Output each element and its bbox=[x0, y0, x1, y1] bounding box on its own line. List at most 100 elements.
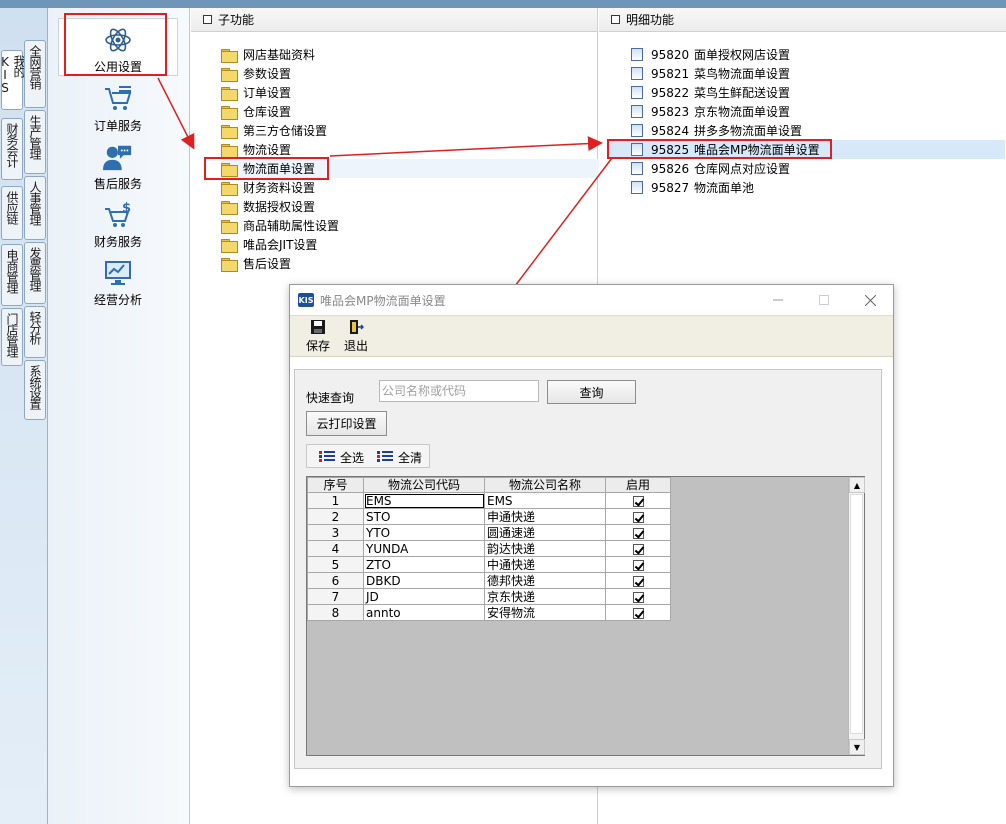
collapse-square-icon bbox=[611, 15, 620, 24]
sidebar-item-finance-service[interactable]: $ 财务服务 bbox=[58, 192, 178, 250]
folder-icon bbox=[221, 48, 238, 63]
table-row[interactable]: 3 YTO 圆通速递 bbox=[307, 524, 671, 541]
company-name-cell[interactable]: 韵达快递 bbox=[484, 540, 606, 557]
column-header[interactable]: 物流公司代码 bbox=[363, 477, 485, 493]
sidebar-item-label: 经营分析 bbox=[93, 293, 142, 307]
company-name-cell[interactable]: 圆通速递 bbox=[484, 524, 606, 541]
vtab-light-analysis[interactable]: 轻分析 bbox=[24, 306, 46, 358]
tree-item-vip-jit[interactable]: 唯品会JIT设置 bbox=[221, 235, 317, 254]
enabled-checkbox[interactable] bbox=[632, 575, 644, 587]
detail-item-95826[interactable]: 95826 仓库网点对应设置 bbox=[631, 159, 790, 178]
vip-mp-waybill-dialog: KIS 唯品会MP物流面单设置 保存 退出 快速查询 公司名称或代码 查询 云打… bbox=[289, 284, 894, 787]
vtab-ecommerce[interactable]: 电商管理 bbox=[1, 244, 23, 306]
tree-item-store-basics[interactable]: 网店基础资料 bbox=[221, 45, 315, 64]
company-name-cell[interactable]: 德邦快递 bbox=[484, 572, 606, 589]
clear-all-button[interactable]: 全清 bbox=[377, 448, 422, 466]
tree-item-data-auth[interactable]: 数据授权设置 bbox=[221, 197, 315, 216]
detail-item-95824[interactable]: 95824 拼多多物流面单设置 bbox=[631, 121, 802, 140]
minimize-button[interactable] bbox=[755, 285, 801, 315]
panel-title: 子功能 bbox=[218, 13, 255, 27]
document-icon bbox=[631, 181, 643, 194]
company-name-cell[interactable]: 京东快递 bbox=[484, 588, 606, 605]
select-all-button[interactable]: 全选 bbox=[319, 448, 364, 466]
detail-item-95825[interactable]: 95825 唯品会MP物流面单设置 bbox=[609, 140, 1005, 159]
table-row[interactable]: 1 EMS EMS bbox=[307, 492, 671, 509]
chart-monitor-icon bbox=[103, 259, 133, 287]
enabled-checkbox[interactable] bbox=[632, 559, 644, 571]
column-header[interactable]: 启用 bbox=[605, 477, 671, 493]
table-row[interactable]: 5 ZTO 中通快递 bbox=[307, 556, 671, 573]
vtab-store[interactable]: 门店管理 bbox=[1, 308, 23, 366]
sidebar-item-common-settings[interactable]: 公用设置 bbox=[58, 18, 178, 76]
table-row[interactable]: 7 JD 京东快递 bbox=[307, 588, 671, 605]
enabled-checkbox[interactable] bbox=[632, 511, 644, 523]
tree-item-warehouse[interactable]: 仓库设置 bbox=[221, 102, 291, 121]
company-name-cell[interactable]: 申通快递 bbox=[484, 508, 606, 525]
scroll-up-arrow-icon[interactable]: ▲ bbox=[849, 477, 865, 493]
cart-dollar-icon: $ bbox=[103, 201, 133, 229]
enabled-cell bbox=[605, 492, 671, 509]
vtab-invoice[interactable]: 发票管理 bbox=[24, 242, 46, 304]
logistics-grid: 序号 物流公司代码 物流公司名称 启用 1 EMS EMS 2 STO 申通快递… bbox=[306, 476, 865, 756]
scroll-thumb[interactable] bbox=[850, 494, 863, 734]
enabled-checkbox[interactable] bbox=[632, 495, 644, 507]
company-name-cell[interactable]: 安得物流 bbox=[484, 604, 606, 621]
tree-item-finance-data[interactable]: 财务资料设置 bbox=[221, 178, 315, 197]
tree-item-third-party-storage[interactable]: 第三方仓储设置 bbox=[221, 121, 327, 140]
table-row[interactable]: 2 STO 申通快递 bbox=[307, 508, 671, 525]
vtab-hr[interactable]: 人事管理 bbox=[24, 176, 46, 240]
company-code-cell[interactable]: YTO bbox=[363, 524, 485, 541]
close-button[interactable] bbox=[847, 285, 893, 315]
column-header[interactable]: 序号 bbox=[307, 477, 364, 493]
company-code-cell[interactable]: DBKD bbox=[363, 572, 485, 589]
vtab-production[interactable]: 生产管理 bbox=[24, 110, 46, 174]
tree-item-waybill-settings[interactable]: 物流面单设置 bbox=[221, 159, 611, 178]
maximize-button[interactable] bbox=[801, 285, 847, 315]
exit-button[interactable]: 退出 bbox=[336, 319, 376, 355]
query-button[interactable]: 查询 bbox=[547, 380, 636, 404]
table-row[interactable]: 4 YUNDA 韵达快递 bbox=[307, 540, 671, 557]
company-code-cell[interactable]: STO bbox=[363, 508, 485, 525]
enabled-checkbox[interactable] bbox=[632, 543, 644, 555]
vtab-finance[interactable]: 财务会计 bbox=[1, 118, 23, 180]
support-person-icon bbox=[103, 143, 133, 171]
tree-item-product-attr[interactable]: 商品辅助属性设置 bbox=[221, 216, 339, 235]
company-code-cell[interactable]: EMS bbox=[363, 492, 485, 509]
table-row[interactable]: 6 DBKD 德邦快递 bbox=[307, 572, 671, 589]
tree-item-params[interactable]: 参数设置 bbox=[221, 64, 291, 83]
save-button[interactable]: 保存 bbox=[298, 319, 338, 355]
detail-function-header: 明细功能 bbox=[599, 8, 1006, 32]
company-name-cell[interactable]: EMS bbox=[484, 492, 606, 509]
company-code-cell[interactable]: annto bbox=[363, 604, 485, 621]
enabled-checkbox[interactable] bbox=[632, 591, 644, 603]
detail-item-95820[interactable]: 95820 面单授权网店设置 bbox=[631, 45, 790, 64]
cloud-print-settings-button[interactable]: 云打印设置 bbox=[306, 411, 387, 436]
detail-item-95827[interactable]: 95827 物流面单池 bbox=[631, 178, 754, 197]
sidebar-item-order-service[interactable]: 订单服务 bbox=[58, 76, 178, 134]
tree-item-order-settings[interactable]: 订单设置 bbox=[221, 83, 291, 102]
sidebar-item-after-sales[interactable]: 售后服务 bbox=[58, 134, 178, 192]
enabled-checkbox[interactable] bbox=[632, 607, 644, 619]
company-name-cell[interactable]: 中通快递 bbox=[484, 556, 606, 573]
company-code-cell[interactable]: JD bbox=[363, 588, 485, 605]
detail-item-95822[interactable]: 95822 菜鸟生鲜配送设置 bbox=[631, 83, 790, 102]
sidebar-item-business-analysis[interactable]: 经营分析 bbox=[58, 250, 178, 308]
grid-vertical-scrollbar[interactable]: ▲ ▼ bbox=[848, 477, 865, 755]
column-header[interactable]: 物流公司名称 bbox=[484, 477, 606, 493]
vtab-system-settings[interactable]: 系统设置 bbox=[24, 360, 46, 420]
vtab-omni-marketing[interactable]: 全网营销 bbox=[24, 40, 46, 108]
vtab-my-kis[interactable]: 我的KIS bbox=[0, 50, 26, 110]
search-input[interactable] bbox=[379, 380, 539, 402]
document-icon bbox=[631, 48, 643, 61]
company-code-cell[interactable]: ZTO bbox=[363, 556, 485, 573]
vtab-supply-chain[interactable]: 供应链 bbox=[1, 186, 23, 240]
company-code-cell[interactable]: YUNDA bbox=[363, 540, 485, 557]
detail-item-95823[interactable]: 95823 京东物流面单设置 bbox=[631, 102, 790, 121]
scroll-down-arrow-icon[interactable]: ▼ bbox=[849, 739, 865, 755]
detail-item-95821[interactable]: 95821 菜鸟物流面单设置 bbox=[631, 64, 790, 83]
enabled-checkbox[interactable] bbox=[632, 527, 644, 539]
folder-icon bbox=[221, 257, 238, 272]
tree-item-after-sales[interactable]: 售后设置 bbox=[221, 254, 291, 273]
tree-item-logistics[interactable]: 物流设置 bbox=[221, 140, 291, 159]
table-row[interactable]: 8 annto 安得物流 bbox=[307, 604, 671, 621]
